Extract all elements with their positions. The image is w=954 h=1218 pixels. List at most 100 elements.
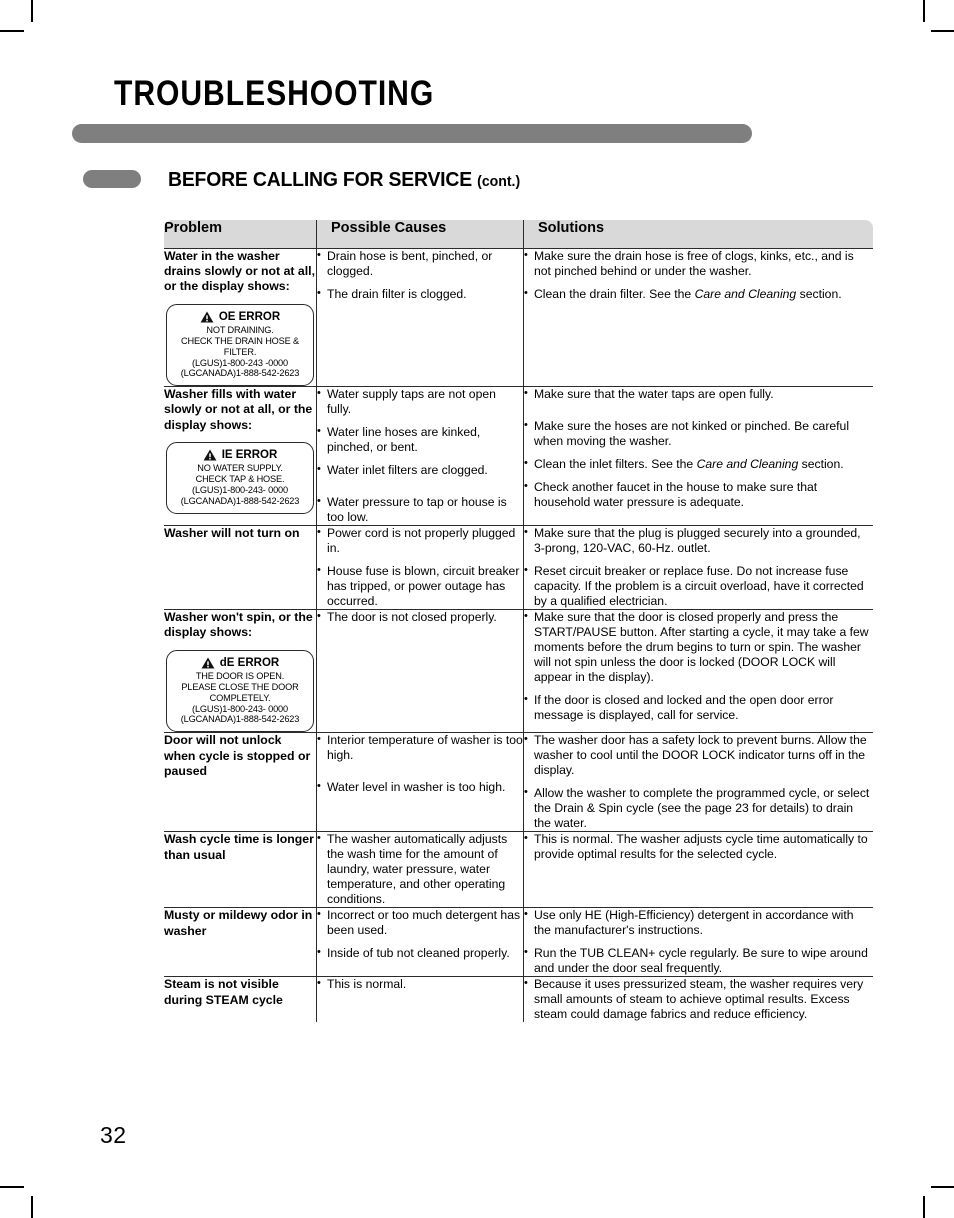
error-message-line: FILTER. [223,346,257,357]
possible-causes-cell: Water supply taps are not open fully. Wat… [316,386,524,527]
possible-causes-cell: Interior temperature of washer is too hi… [316,732,524,833]
solution-list: The washer door has a safety lock to pre… [524,733,873,831]
solution-list: Make sure the drain hose is free of clog… [524,249,873,302]
cause-list: The door is not closed properly. [317,610,523,625]
solution-list: This is normal. The washer adjusts cycle… [524,832,873,862]
possible-causes-cell: The washer automatically adjusts the was… [316,831,524,909]
table-row: Door will not unlock when cycle is stopp… [164,732,873,833]
problem-cell: Washer will not turn on [164,525,317,611]
error-message-line: CHECK TAP & HOSE. [195,474,285,485]
cause-item: Water inlet filters are clogged. [317,463,523,478]
cause-list: Power cord is not properly plugged in. Ho… [317,526,523,609]
cause-item: The washer automatically adjusts the was… [317,832,523,907]
error-message-line: COMPLETELY. [209,692,271,703]
error-code-label: OE ERROR [218,310,281,323]
possible-causes-cell: Incorrect or too much detergent has been… [316,907,524,978]
cause-item: This is normal. [317,977,523,992]
problem-cell: Musty or mildewy odor in washer [164,907,317,978]
problem-text: Door will not unlock when cycle is stopp… [164,733,311,778]
problem-text: Washer will not turn on [164,526,300,541]
crop-mark-top-right-vertical [923,0,925,22]
possible-causes-cell: Power cord is not properly plugged in. Ho… [316,525,524,611]
solution-italic-ref: Care and Cleaning [696,457,799,472]
cause-list: Drain hose is bent, pinched, or clogged.… [317,249,523,302]
error-code-row: OE ERROR [171,310,309,324]
warning-triangle-icon [200,311,214,323]
problem-text: Washer fills with water slowly or not at… [164,387,313,432]
table-body: Water in the washer drains slowly or not… [164,247,873,1023]
column-header-solutions: Solutions [523,220,873,249]
solution-item: Make sure that the water taps are open f… [524,387,873,402]
crop-mark-bottom-left-horizontal [0,1186,24,1188]
table-row: Water in the washer drains slowly or not… [164,247,873,388]
solution-item: Run the TUB CLEAN+ cycle regularly. Be s… [524,946,873,976]
cause-item: Inside of tub not cleaned properly. [317,946,523,961]
problem-cell: Washer won't spin, or the display shows:… [164,609,317,734]
error-display-box: dE ERROR THE DOOR IS OPEN. PLEASE CLOSE TH… [166,649,314,733]
solutions-cell: Make sure the drain hose is free of clog… [523,247,873,388]
section-title-cont: (cont.) [477,174,521,190]
solution-item: Because it uses pressurized steam, the w… [524,977,873,1022]
possible-causes-cell: The door is not closed properly. [316,609,524,734]
solution-item: Make sure that the door is closed proper… [524,610,873,685]
problem-cell: Door will not unlock when cycle is stopp… [164,732,317,833]
solution-item: Reset circuit breaker or replace fuse. D… [524,564,873,609]
solution-list: Use only HE (High-Efficiency) detergent … [524,908,873,976]
solution-list: Make sure that the plug is plugged secur… [524,526,873,609]
problem-text: Steam is not visible during STEAM cycle [164,977,283,1007]
table-row: Steam is not visible during STEAM cycle T… [164,976,873,1023]
solution-list: Make sure that the water taps are open f… [524,387,873,510]
error-display-box: IE ERROR NO WATER SUPPLY. CHECK TAP & HOSE… [166,441,314,514]
error-code-label: dE ERROR [219,656,280,669]
section-bullet-pill [83,170,141,188]
column-header-problem: Problem [164,220,317,249]
problem-cell: Wash cycle time is longer than usual [164,831,317,909]
table-row: Washer will not turn on Power cord is not… [164,525,873,611]
section-title-text: BEFORE CALLING FOR SERVICE [168,169,472,191]
problem-cell: Steam is not visible during STEAM cycle [164,976,317,1023]
troubleshooting-table-wrap: Problem Possible Causes Solutions Water … [163,219,874,1024]
solution-item: Make sure the hoses are not kinked or pi… [524,419,873,449]
solution-item: Clean the drain filter. See the Care and… [524,287,873,302]
solution-item: Clean the inlet filters. See the Care an… [524,457,873,472]
solution-item: Make sure that the plug is plugged secur… [524,526,873,556]
error-code-label: IE ERROR [221,448,278,461]
crop-mark-top-left-vertical [31,0,33,22]
cause-item: The door is not closed properly. [317,610,523,625]
table-row: Musty or mildewy odor in washerIncorrect… [164,907,873,978]
error-message-line: (LGUS)1-800-243- 0000 [192,484,288,495]
crop-mark-top-right-horizontal [931,30,954,32]
chapter-title: TROUBLESHOOTING [114,74,435,113]
solutions-cell: Make sure that the water taps are open f… [523,386,873,527]
cause-item: Interior temperature of washer is too hi… [317,733,523,763]
warning-triangle-icon [203,449,217,461]
solution-item: Use only HE (High-Efficiency) detergent … [524,908,873,938]
problem-text: Water in the washer drains slowly or not… [164,249,316,294]
error-message-line: (LGCANADA)1-888-542-2623 [180,368,300,379]
table-row: Wash cycle time is longer than usualThe … [164,831,873,909]
problem-text: Wash cycle time is longer than usual [164,832,314,862]
error-message-line: (LGCANADA)1-888-542-2623 [180,495,300,506]
error-message-line: (LGUS)1-800-243- 0000 [192,703,288,714]
crop-mark-bottom-right-horizontal [931,1186,954,1188]
problem-cell: Washer fills with water slowly or not at… [164,386,317,527]
possible-causes-cell: Drain hose is bent, pinched, or clogged.… [316,247,524,388]
crop-mark-top-left-horizontal [0,30,24,32]
error-code-row: dE ERROR [171,656,309,670]
error-message-line: NOT DRAINING. [206,324,274,335]
error-display-box: OE ERROR NOT DRAINING. CHECK THE DRAIN HOS… [166,303,314,387]
error-message-line: (LGUS)1-800-243 -0000 [192,357,288,368]
cause-list: Water supply taps are not open fully. Wat… [317,387,523,525]
solution-list: Make sure that the door is closed proper… [524,610,873,723]
solution-list: Because it uses pressurized steam, the w… [524,977,873,1022]
table-row: Washer won't spin, or the display shows:… [164,609,873,734]
solutions-cell: Make sure that the plug is plugged secur… [523,525,873,611]
page-number: 32 [100,1122,127,1148]
section-title-main: BEFORE CALLING FOR SERVICE [168,169,472,191]
cause-list: Interior temperature of washer is too hi… [317,733,523,795]
cause-item: Water line hoses are kinked, pinched, or… [317,425,523,455]
error-message-line: (LGCANADA)1-888-542-2623 [180,714,300,725]
error-message-line: THE DOOR IS OPEN. [195,670,285,681]
error-message-line: NO WATER SUPPLY. [197,463,283,474]
solution-item: This is normal. The washer adjusts cycle… [524,832,873,862]
